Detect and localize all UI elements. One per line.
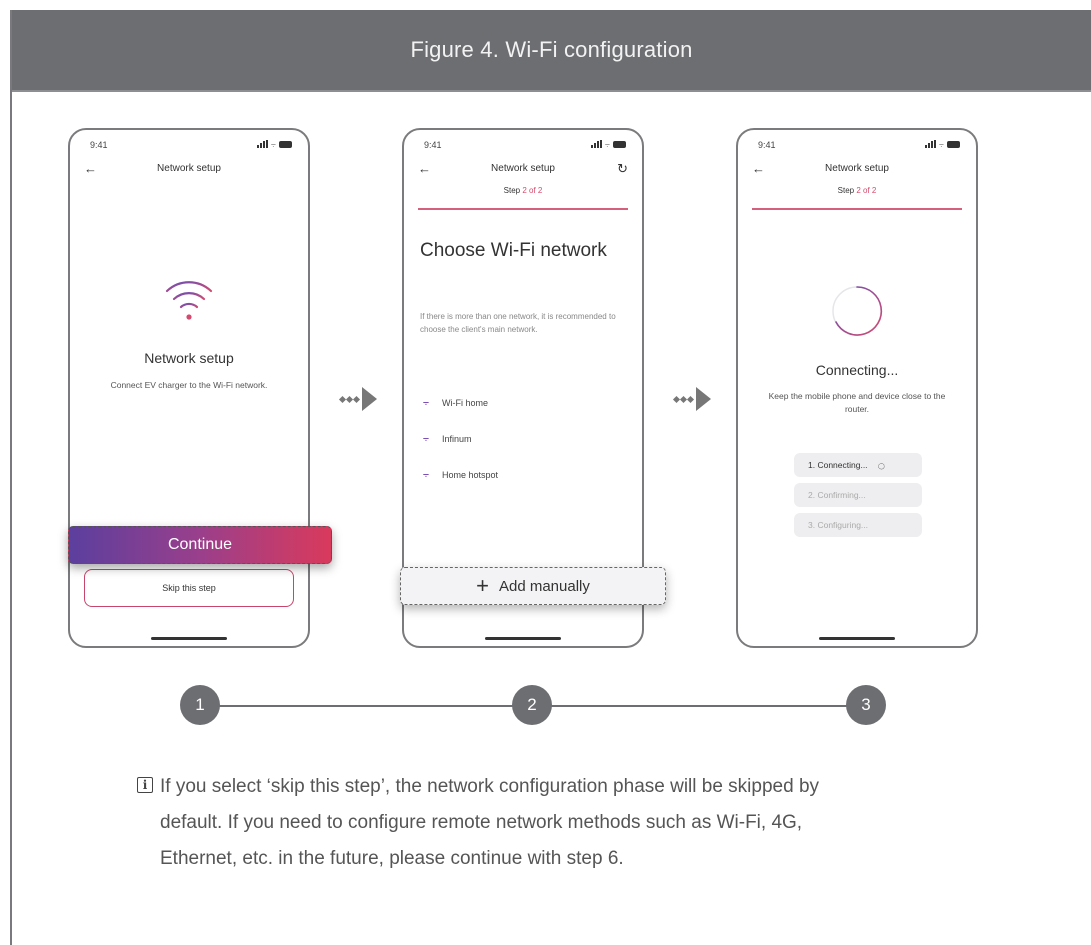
home-indicator — [485, 637, 561, 640]
plus-icon: + — [476, 573, 489, 598]
network-item[interactable]: ⨪ Home hotspot — [420, 468, 498, 481]
status-bar: 9:41 ⨪ — [418, 140, 628, 154]
nav-bar: ← Network setup — [70, 161, 308, 179]
continue-button[interactable]: Continue — [68, 526, 332, 564]
step-progress-bar — [418, 208, 628, 210]
home-indicator — [819, 637, 895, 640]
progress-step-label: 2. Confirming... — [808, 490, 866, 500]
step-number-3: 3 — [846, 685, 886, 725]
add-manually-button[interactable]: + Add manually — [400, 567, 666, 605]
step-prefix: Step — [503, 186, 521, 195]
info-line-1: If you select ‘skip this step’, the netw… — [160, 776, 820, 797]
figure-title: Figure 4. Wi-Fi configuration — [410, 37, 693, 62]
screen-subtitle: Keep the mobile phone and device close t… — [768, 391, 946, 414]
add-manually-label: Add manually — [498, 577, 590, 595]
nav-title: Network setup — [157, 163, 221, 174]
step-indicator: Step 2 of 2 — [738, 186, 976, 195]
info-icon: i — [137, 777, 153, 793]
screen-heading: Choose Wi-Fi network — [420, 240, 607, 261]
phone-screen-3: 9:41 ⨪ ← Network setup Step 2 of 2 Conne… — [736, 128, 978, 648]
status-time: 9:41 — [758, 140, 776, 150]
status-bar: 9:41 ⨪ — [84, 140, 294, 154]
wifi-icon: ⨪ — [422, 468, 430, 480]
network-name: Home hotspot — [442, 469, 499, 480]
wifi-icon — [165, 281, 213, 320]
wifi-status-icon: ⨪ — [938, 139, 944, 149]
figure-header: Figure 4. Wi-Fi configuration — [12, 10, 1091, 90]
network-name: Infinum — [442, 433, 472, 444]
wifi-status-icon: ⨪ — [270, 139, 276, 149]
nav-title: Network setup — [491, 163, 555, 174]
step-prefix: Step — [837, 186, 855, 195]
network-item[interactable]: ⨪ Infinum — [420, 432, 472, 445]
nav-title: Network setup — [825, 163, 889, 174]
status-time: 9:41 — [424, 140, 442, 150]
spinner-icon: ◌ — [877, 457, 886, 473]
status-icons: ⨪ — [924, 139, 960, 149]
step-value: 2 of 2 — [856, 186, 877, 195]
info-line-3: Ethernet, etc. in the future, please con… — [160, 848, 624, 869]
status-icons: ⨪ — [590, 139, 626, 149]
info-note: If you select ‘skip this step’, the netw… — [160, 769, 990, 877]
battery-icon — [947, 140, 960, 148]
status-bar: 9:41 ⨪ — [752, 140, 962, 154]
loading-ring-icon — [832, 286, 883, 336]
phone-screen-1: 9:41 ⨪ ← Network setup Network setup Con… — [68, 128, 310, 648]
signal-icon — [924, 140, 936, 148]
wifi-icon: ⨪ — [422, 396, 430, 408]
step-progress-bar — [752, 208, 962, 210]
step-number-2: 2 — [512, 685, 552, 725]
screen-title: Network setup — [144, 350, 234, 366]
progress-step-configuring: 3. Configuring... — [794, 513, 922, 537]
step-value: 2 of 2 — [522, 186, 543, 195]
network-item[interactable]: ⨪ Wi-Fi home — [420, 396, 488, 409]
info-line-2: default. If you need to configure remote… — [160, 812, 803, 833]
progress-step-label: 3. Configuring... — [808, 520, 869, 530]
status-time: 9:41 — [90, 140, 108, 150]
screen-description: If there is more than one network, it is… — [420, 312, 616, 334]
nav-bar: ← Network setup — [738, 161, 976, 179]
screen-title: Connecting... — [815, 362, 899, 378]
signal-icon — [590, 140, 602, 148]
wifi-icon: ⨪ — [422, 432, 430, 444]
header-divider — [12, 90, 1091, 92]
home-indicator — [151, 637, 227, 640]
battery-icon — [613, 140, 626, 148]
step-indicator: Step 2 of 2 — [404, 186, 642, 195]
wifi-status-icon: ⨪ — [604, 139, 610, 149]
battery-icon — [279, 140, 292, 148]
step-number-1: 1 — [180, 685, 220, 725]
nav-bar: ← Network setup ↻ — [404, 161, 642, 179]
flow-arrow-2 — [672, 387, 711, 411]
skip-step-button[interactable]: Skip this step — [84, 569, 294, 607]
progress-step-confirming: 2. Confirming... — [794, 483, 922, 507]
progress-step-label: 1. Connecting... — [808, 460, 868, 470]
status-icons: ⨪ — [256, 139, 292, 149]
network-name: Wi-Fi home — [442, 397, 489, 408]
refresh-icon[interactable]: ↻ — [617, 161, 628, 177]
screen-subtitle: Connect EV charger to the Wi-Fi network. — [110, 380, 268, 390]
signal-icon — [256, 140, 268, 148]
progress-step-connecting: 1. Connecting... ◌ — [794, 453, 922, 477]
flow-arrow-1 — [338, 387, 377, 411]
